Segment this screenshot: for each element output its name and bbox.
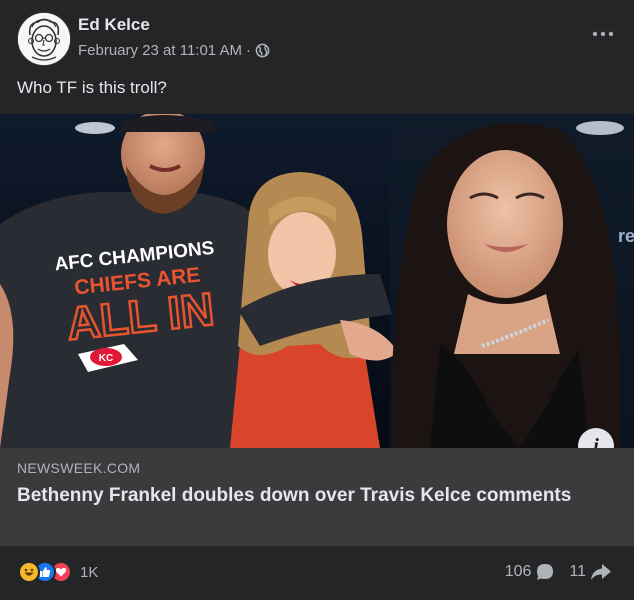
more-options-icon[interactable] <box>592 20 614 43</box>
author-name[interactable]: Ed Kelce <box>78 15 150 35</box>
link-headline[interactable]: Bethenny Frankel doubles down over Travi… <box>17 484 597 508</box>
link-preview-card[interactable]: NEWSWEEK.COM Bethenny Frankel doubles do… <box>0 448 634 546</box>
post-footer: 1K 106 11 <box>0 546 634 600</box>
comment-stat[interactable]: 106 <box>505 562 556 582</box>
engagement-stats: 106 11 <box>491 562 612 582</box>
meta-separator: · <box>245 42 251 59</box>
post-image[interactable]: AFC CHAMPIONS CHIEFS ARE ALL IN KC re <box>0 114 634 448</box>
chiefs-logo-text: KC <box>99 353 113 364</box>
share-count: 11 <box>569 563 586 580</box>
link-domain: NEWSWEEK.COM <box>17 460 141 476</box>
reaction-count[interactable]: 1K <box>80 564 98 581</box>
facebook-post: Ed Kelce February 23 at 11:01 AM · Who T… <box>0 0 634 600</box>
globe-icon <box>255 43 270 58</box>
post-caption: Who TF is this troll? <box>17 78 167 97</box>
share-icon <box>591 564 611 580</box>
photo-collage: AFC CHAMPIONS CHIEFS ARE ALL IN KC re <box>0 114 634 448</box>
comment-count: 106 <box>504 563 532 580</box>
post-header: Ed Kelce February 23 at 11:01 AM · <box>0 0 634 70</box>
share-stat[interactable]: 11 <box>569 563 612 581</box>
comment-icon <box>537 564 554 580</box>
post-meta: February 23 at 11:01 AM · <box>78 42 270 59</box>
author-avatar[interactable] <box>17 12 71 66</box>
haha-icon <box>18 561 40 583</box>
background-sign-text: re <box>618 226 634 246</box>
cartoon-portrait-icon <box>18 13 70 65</box>
reactions-summary[interactable]: 1K <box>18 561 98 583</box>
post-timestamp[interactable]: February 23 at 11:01 AM <box>78 42 242 59</box>
